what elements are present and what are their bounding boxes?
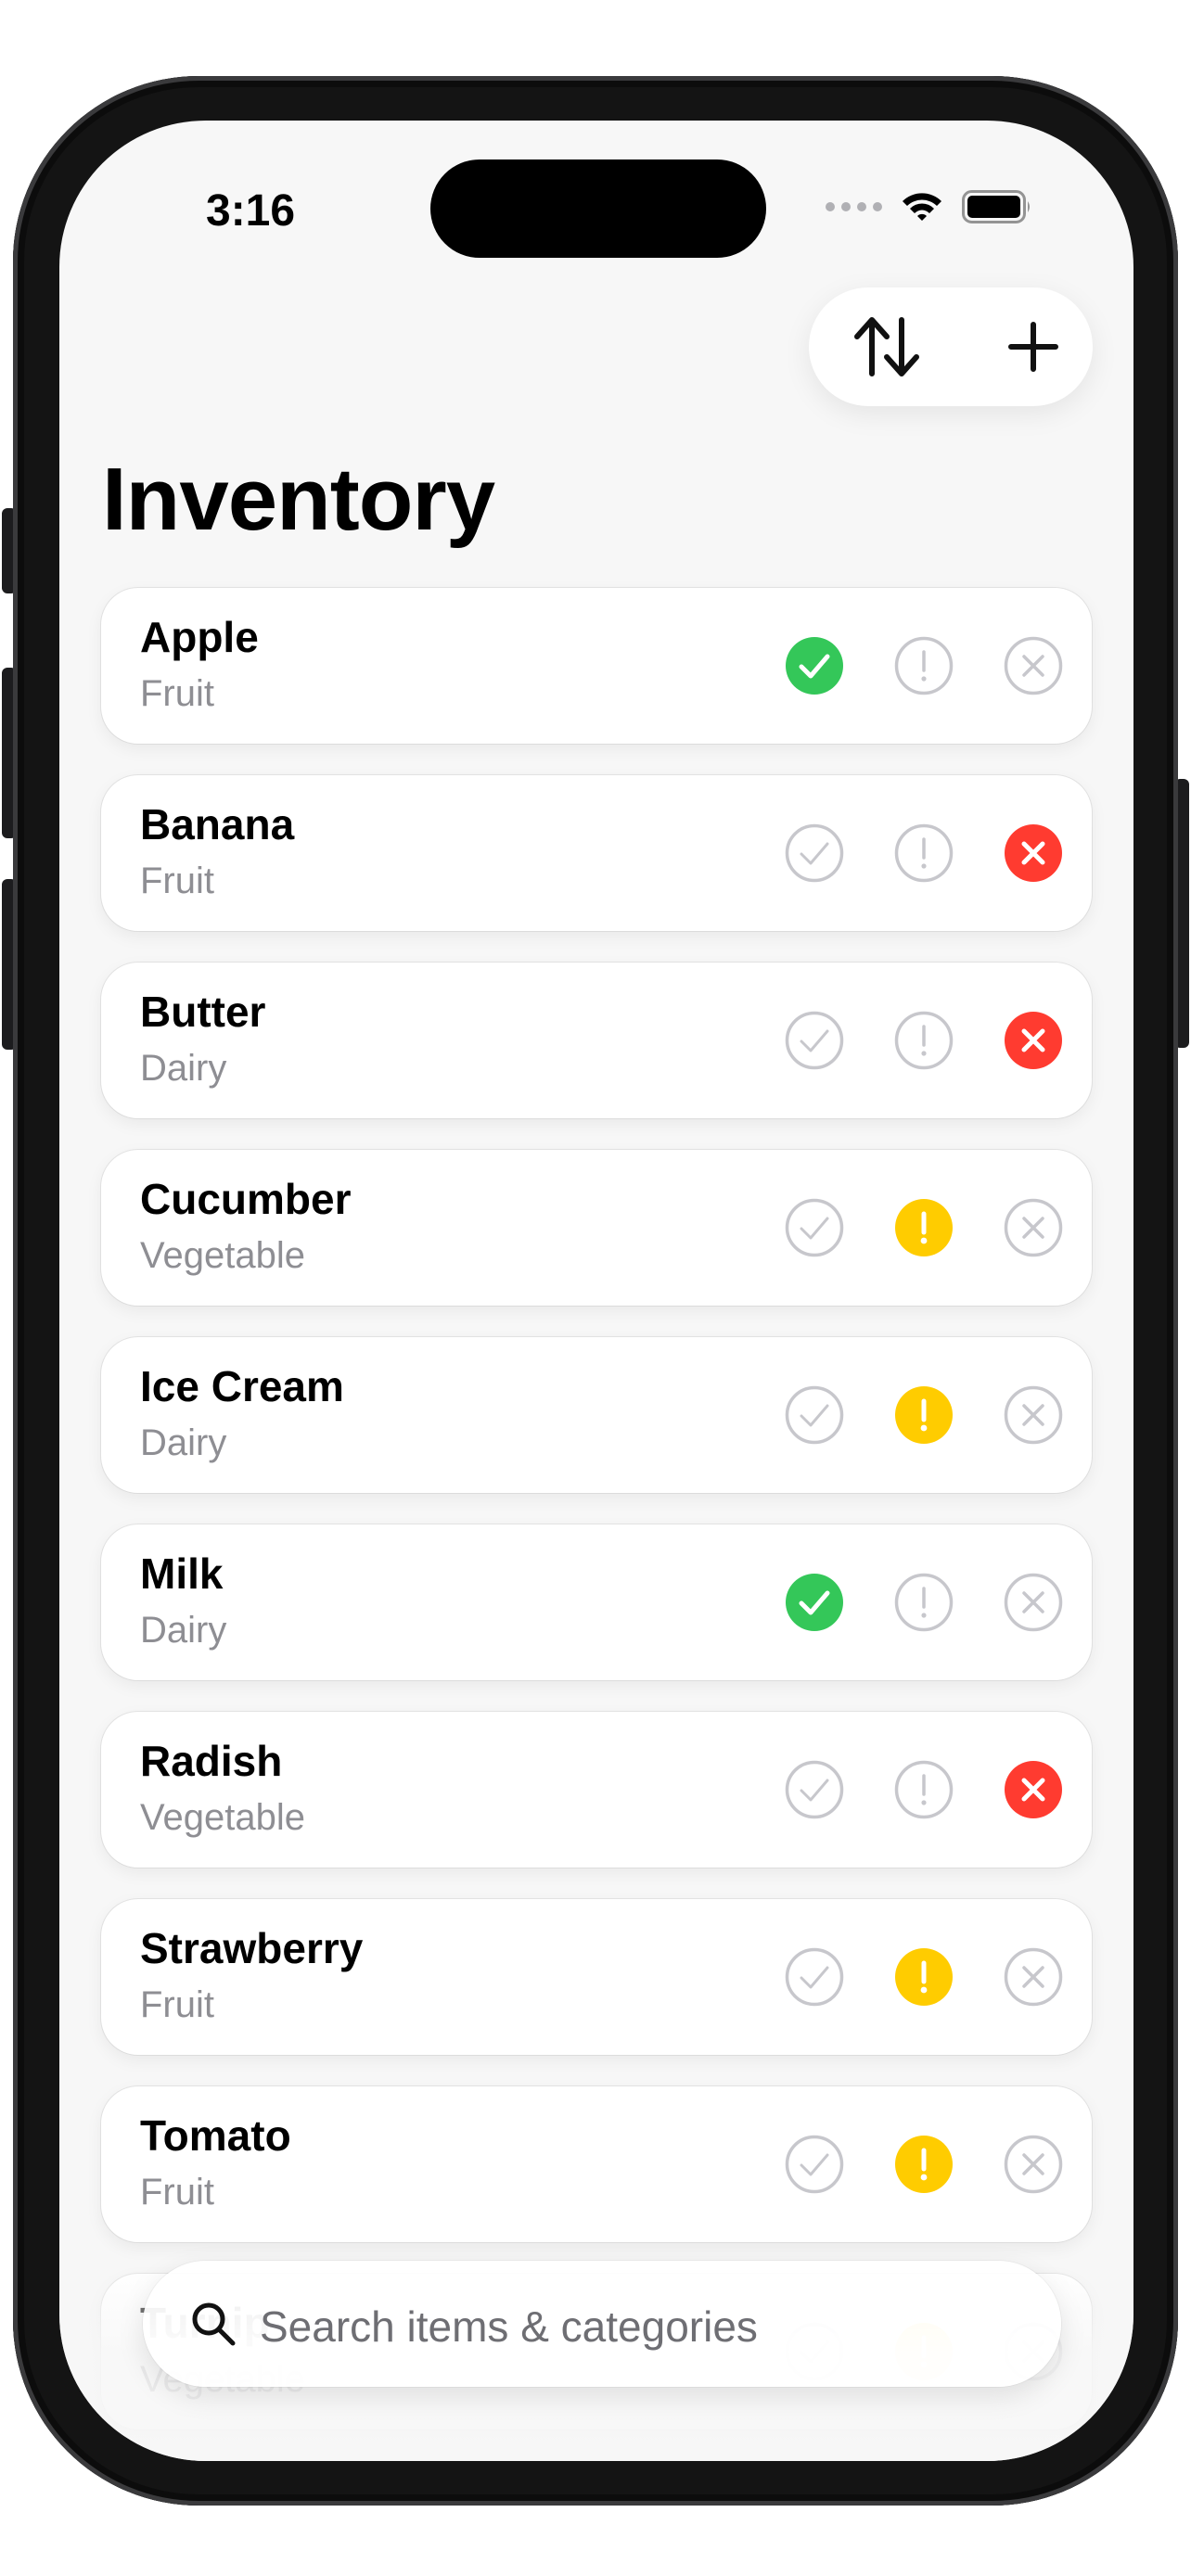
exclamation-circle-icon bbox=[895, 1199, 953, 1256]
list-item[interactable]: Apple Fruit bbox=[101, 588, 1092, 744]
out-of-stock-toggle[interactable] bbox=[1004, 1760, 1063, 1819]
low-stock-toggle[interactable] bbox=[894, 1947, 954, 2007]
list-item[interactable]: Banana Fruit bbox=[101, 775, 1092, 931]
low-stock-toggle[interactable] bbox=[894, 1385, 954, 1445]
low-stock-toggle[interactable] bbox=[894, 636, 954, 695]
status-icons bbox=[826, 184, 1032, 230]
item-name: Banana bbox=[140, 800, 295, 848]
low-stock-toggle[interactable] bbox=[894, 1760, 954, 1819]
low-stock-toggle[interactable] bbox=[894, 1573, 954, 1632]
in-stock-toggle[interactable] bbox=[785, 1760, 844, 1819]
checkmark-circle-icon bbox=[785, 2135, 844, 2194]
in-stock-toggle[interactable] bbox=[785, 1011, 844, 1070]
exclamation-circle-icon bbox=[895, 1386, 953, 1444]
list-item[interactable]: Strawberry Fruit bbox=[101, 1899, 1092, 2055]
item-category: Vegetable bbox=[140, 1797, 305, 1838]
in-stock-toggle[interactable] bbox=[785, 823, 844, 883]
exclamation-circle-icon bbox=[895, 1948, 953, 2006]
xmark-circle-icon bbox=[1004, 1198, 1063, 1257]
low-stock-toggle[interactable] bbox=[894, 1198, 954, 1257]
in-stock-toggle[interactable] bbox=[785, 1573, 844, 1632]
checkmark-circle-icon bbox=[785, 1011, 844, 1070]
item-category: Dairy bbox=[140, 1610, 227, 1651]
out-of-stock-toggle[interactable] bbox=[1004, 823, 1063, 883]
search-icon bbox=[192, 2302, 236, 2346]
list-item[interactable]: Cucumber Vegetable bbox=[101, 1150, 1092, 1306]
list-item[interactable]: Ice Cream Dairy bbox=[101, 1337, 1092, 1493]
xmark-circle-icon bbox=[1005, 1761, 1062, 1818]
out-of-stock-toggle[interactable] bbox=[1004, 1198, 1063, 1257]
toolbar bbox=[809, 287, 1093, 406]
list-item[interactable]: Milk Dairy bbox=[101, 1524, 1092, 1680]
exclamation-circle-icon bbox=[894, 823, 954, 883]
page-title: Inventory bbox=[102, 450, 495, 549]
exclamation-circle-icon bbox=[894, 636, 954, 695]
checkmark-circle-icon bbox=[785, 1947, 844, 2007]
checkmark-circle-icon bbox=[785, 1385, 844, 1445]
item-category: Fruit bbox=[140, 861, 214, 901]
xmark-circle-icon bbox=[1004, 636, 1063, 695]
xmark-circle-icon bbox=[1004, 1947, 1063, 2007]
out-of-stock-toggle[interactable] bbox=[1004, 1947, 1063, 2007]
xmark-circle-icon bbox=[1004, 2135, 1063, 2194]
low-stock-toggle[interactable] bbox=[894, 2135, 954, 2194]
item-category: Dairy bbox=[140, 1048, 227, 1089]
item-name: Apple bbox=[140, 613, 259, 661]
out-of-stock-toggle[interactable] bbox=[1004, 1573, 1063, 1632]
item-name: Ice Cream bbox=[140, 1362, 344, 1410]
item-name: Radish bbox=[140, 1737, 283, 1785]
item-category: Fruit bbox=[140, 2172, 214, 2213]
item-category: Fruit bbox=[140, 673, 214, 714]
checkmark-circle-icon bbox=[786, 637, 843, 695]
in-stock-toggle[interactable] bbox=[785, 1947, 844, 2007]
wifi-icon bbox=[903, 193, 941, 221]
list-item[interactable]: Butter Dairy bbox=[101, 963, 1092, 1118]
exclamation-circle-icon bbox=[895, 2136, 953, 2193]
out-of-stock-toggle[interactable] bbox=[1004, 1011, 1063, 1070]
list-item[interactable]: Tomato Fruit bbox=[101, 2086, 1092, 2242]
xmark-circle-icon bbox=[1004, 1573, 1063, 1632]
checkmark-circle-icon bbox=[786, 1574, 843, 1631]
out-of-stock-toggle[interactable] bbox=[1004, 1385, 1063, 1445]
cellular-signal-icon bbox=[826, 202, 882, 211]
item-category: Vegetable bbox=[140, 1235, 305, 1276]
low-stock-toggle[interactable] bbox=[894, 823, 954, 883]
item-name: Butter bbox=[140, 988, 266, 1036]
xmark-circle-icon bbox=[1005, 824, 1062, 882]
arrow-up-down-icon bbox=[854, 317, 919, 376]
checkmark-circle-icon bbox=[785, 823, 844, 883]
exclamation-circle-icon bbox=[894, 1573, 954, 1632]
item-name: Strawberry bbox=[140, 1924, 364, 1972]
item-name: Tomato bbox=[140, 2111, 291, 2160]
search-input[interactable]: Search items & categories bbox=[260, 2302, 758, 2352]
in-stock-toggle[interactable] bbox=[785, 2135, 844, 2194]
status-time: 3:16 bbox=[206, 186, 296, 236]
app-screen: 3:16 Inventory Apple Fruit Banana Fruit … bbox=[59, 121, 1133, 2461]
low-stock-toggle[interactable] bbox=[894, 1011, 954, 1070]
out-of-stock-toggle[interactable] bbox=[1004, 2135, 1063, 2194]
add-button[interactable] bbox=[974, 287, 1093, 406]
in-stock-toggle[interactable] bbox=[785, 1198, 844, 1257]
battery-icon bbox=[962, 190, 1030, 223]
list-item[interactable]: Radish Vegetable bbox=[101, 1712, 1092, 1868]
item-name: Milk bbox=[140, 1549, 224, 1598]
checkmark-circle-icon bbox=[785, 1760, 844, 1819]
checkmark-circle-icon bbox=[785, 1198, 844, 1257]
sort-button[interactable] bbox=[827, 287, 946, 406]
xmark-circle-icon bbox=[1004, 1385, 1063, 1445]
exclamation-circle-icon bbox=[894, 1011, 954, 1070]
search-bar[interactable]: Search items & categories bbox=[143, 2261, 1061, 2387]
item-category: Dairy bbox=[140, 1422, 227, 1463]
plus-icon bbox=[1008, 322, 1058, 372]
out-of-stock-toggle[interactable] bbox=[1004, 636, 1063, 695]
exclamation-circle-icon bbox=[894, 1760, 954, 1819]
in-stock-toggle[interactable] bbox=[785, 636, 844, 695]
in-stock-toggle[interactable] bbox=[785, 1385, 844, 1445]
dynamic-island bbox=[430, 159, 766, 258]
xmark-circle-icon bbox=[1005, 1012, 1062, 1069]
item-category: Fruit bbox=[140, 1984, 214, 2025]
item-name: Cucumber bbox=[140, 1175, 352, 1223]
